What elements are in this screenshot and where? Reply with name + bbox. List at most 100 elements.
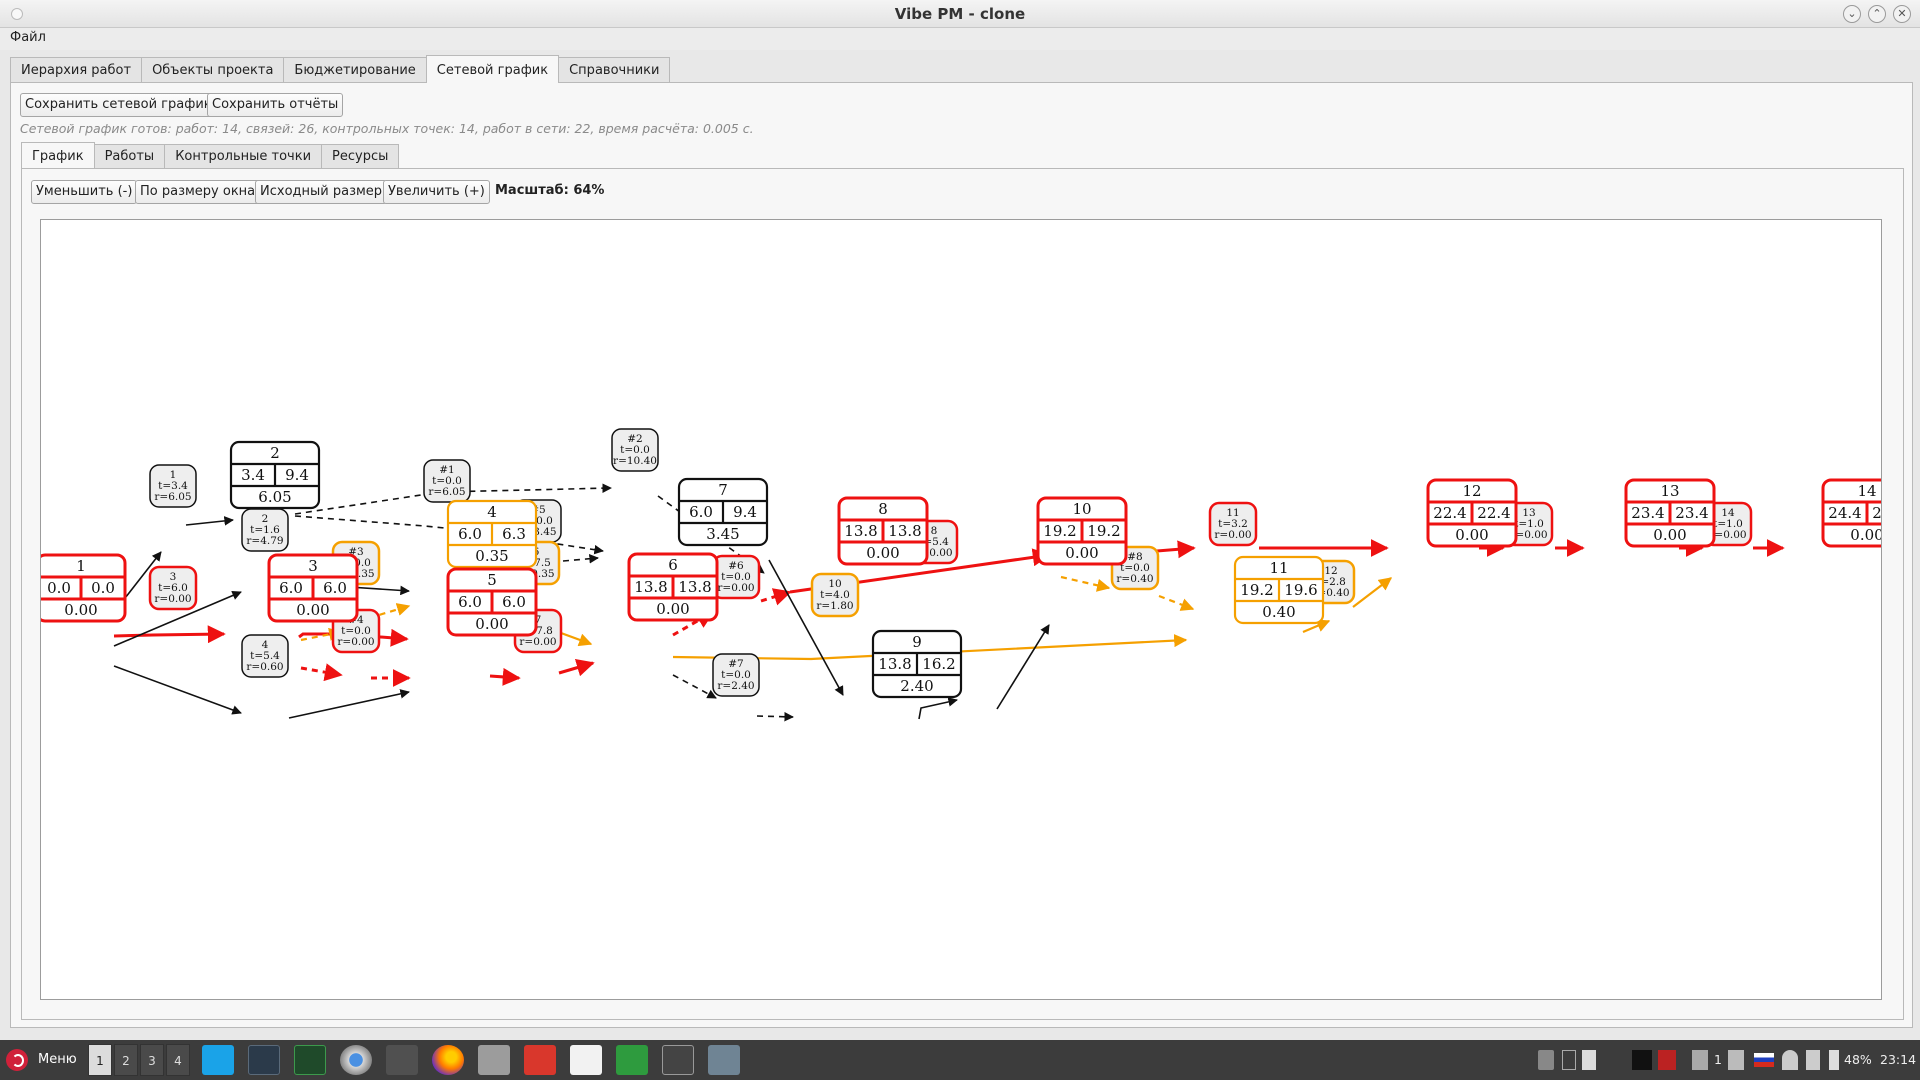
activity-label[interactable]: #7t=0.0r=2.40: [712, 653, 760, 697]
save-reports-button[interactable]: Сохранить отчёты: [207, 93, 344, 117]
graph-edge: [918, 697, 958, 720]
volume-icon[interactable]: [1806, 1050, 1820, 1070]
original-size-button[interactable]: Исходный размер: [255, 180, 388, 204]
event-node[interactable]: 613.8 13.8 0.00: [627, 552, 719, 622]
notifications-count: 1: [1714, 1052, 1722, 1067]
event-node-text: 13.8: [634, 578, 667, 596]
event-node-text: 2.40: [900, 677, 933, 695]
activity-label[interactable]: 10t=4.0r=1.80: [810, 572, 860, 618]
event-node[interactable]: 7 6.0 9.4 3.45: [677, 477, 769, 547]
network-app-icon[interactable]: [662, 1045, 694, 1075]
terminal-icon[interactable]: [248, 1045, 280, 1075]
tab-works[interactable]: Работы: [93, 144, 166, 168]
event-node-text: 3.45: [706, 525, 739, 543]
event-node-text: 5: [487, 571, 497, 589]
display-icon[interactable]: [1538, 1050, 1554, 1070]
activity-label[interactable]: 2t=1.6r=4.79: [241, 508, 289, 552]
tab-references[interactable]: Справочники: [558, 57, 671, 83]
activity-label[interactable]: #6t=0.0r=0.00: [711, 554, 761, 600]
event-node-text: 2: [270, 444, 280, 462]
event-node[interactable]: 11 19.2 19.6 0.40: [1233, 555, 1325, 625]
workspace-2[interactable]: 2: [114, 1044, 138, 1076]
event-node[interactable]: 2 3.4 9.4 6.05: [229, 440, 321, 510]
event-node[interactable]: 10 19.2 19.2 0.00: [1036, 496, 1128, 566]
minimize-icon[interactable]: ⌄: [1843, 5, 1861, 23]
activity-label[interactable]: 1t=3.4r=6.05: [149, 464, 197, 508]
folder-icon[interactable]: [478, 1045, 510, 1075]
close-icon[interactable]: ✕: [1893, 5, 1911, 23]
activity-label-text: r=2.40: [717, 680, 754, 692]
activity-label[interactable]: #1t=0.0r=6.05: [423, 459, 471, 503]
graph-edge: [672, 674, 717, 699]
event-node[interactable]: 813.8 13.8 0.00: [837, 496, 929, 566]
browser-icon[interactable]: [340, 1045, 372, 1075]
event-node-text: 9.4: [285, 466, 309, 484]
event-node[interactable]: 13 23.4 23.4 0.00: [1624, 478, 1716, 548]
wifi-icon[interactable]: [1782, 1050, 1798, 1070]
event-node-text: 22.4: [1477, 504, 1510, 522]
printer-icon[interactable]: [1728, 1050, 1744, 1070]
settings-gear-icon[interactable]: [708, 1045, 740, 1075]
graph-edge: [1352, 577, 1393, 608]
zoom-out-button[interactable]: Уменьшить (-): [31, 180, 138, 204]
event-node-text: 13.8: [878, 655, 911, 673]
event-node[interactable]: 5 6.0 6.0 0.00: [446, 567, 538, 637]
event-node-text: 0.0: [91, 579, 115, 597]
graph-edge: [1060, 575, 1111, 592]
calculator-icon[interactable]: [386, 1045, 418, 1075]
event-node[interactable]: 1 0.0 0.0 0.00: [41, 553, 127, 623]
red-app-icon[interactable]: [1658, 1050, 1676, 1070]
event-node-text: 6.0: [458, 525, 482, 543]
network-graph-canvas[interactable]: 1 t=3.4 r=6.05 2 t=1.6 r=4.79 3 t=6.0 r=0.00 4 t=5…: [40, 219, 1882, 1000]
event-node[interactable]: 913.8 16.2 2.40: [871, 629, 963, 699]
clipboard-icon[interactable]: [1582, 1050, 1596, 1070]
event-node-text: 0.35: [475, 547, 508, 565]
tab-checkpoints[interactable]: Контрольные точки: [164, 144, 323, 168]
system-monitor-icon[interactable]: [294, 1045, 326, 1075]
tab-work-hierarchy[interactable]: Иерархия работ: [10, 57, 143, 83]
document-viewer-icon[interactable]: [570, 1045, 602, 1075]
tab-project-objects[interactable]: Объекты проекта: [141, 57, 285, 83]
maximize-icon[interactable]: ⌃: [1868, 5, 1886, 23]
event-node-text: 0.00: [1850, 526, 1882, 544]
x-app-icon[interactable]: [1632, 1050, 1652, 1070]
event-node-text: 22.4: [1433, 504, 1466, 522]
notifications-icon[interactable]: [1692, 1050, 1708, 1070]
tab-network-graph[interactable]: Сетевой график: [425, 55, 560, 83]
event-node-text: 1: [76, 557, 86, 575]
workspace-3[interactable]: 3: [140, 1044, 164, 1076]
tab-budgeting[interactable]: Бюджетирование: [283, 57, 427, 83]
event-node-text: 3: [308, 557, 318, 575]
event-node[interactable]: 14 24.4 24.4 0.00: [1821, 478, 1882, 548]
language-flag-icon[interactable]: [1754, 1053, 1774, 1067]
event-node[interactable]: 4 6.0 6.3 0.35: [446, 499, 538, 569]
event-node-text: 0.00: [1455, 526, 1488, 544]
spreadsheet-icon[interactable]: [616, 1045, 648, 1075]
firefox-icon[interactable]: [432, 1045, 464, 1075]
activity-label-text: r=0.00: [519, 636, 556, 648]
keyboard-layout-icon[interactable]: [1562, 1050, 1576, 1070]
event-node[interactable]: 3 6.0 6.0 0.00: [267, 553, 359, 623]
file-manager-icon[interactable]: [202, 1045, 234, 1075]
activity-label[interactable]: 11t=3.2r=0.00: [1208, 501, 1258, 547]
event-node-text: 8: [878, 500, 888, 518]
save-graph-button[interactable]: Сохранить сетевой график: [20, 93, 217, 117]
tab-chart[interactable]: График: [21, 142, 95, 168]
tab-resources[interactable]: Ресурсы: [321, 144, 400, 168]
zoom-in-button[interactable]: Увеличить (+): [383, 180, 490, 204]
event-node-text: 19.2: [1043, 522, 1076, 540]
menu-file[interactable]: Файл: [10, 30, 46, 45]
event-node-text: 13.8: [678, 578, 711, 596]
fit-window-button[interactable]: По размеру окна: [135, 180, 261, 204]
git-icon[interactable]: [524, 1045, 556, 1075]
graph-edge: [489, 667, 521, 686]
event-node[interactable]: 12 22.4 22.4 0.00: [1426, 478, 1518, 548]
activity-label[interactable]: 3t=6.0r=0.00: [148, 565, 198, 611]
activity-label[interactable]: #2t=0.0r=10.40: [611, 428, 659, 472]
activity-label-text: r=6.05: [428, 486, 465, 498]
sub-tabs: График Работы Контрольные точки Ресурсы: [21, 142, 400, 168]
activity-label[interactable]: 4t=5.4r=0.60: [241, 634, 289, 678]
event-node-text: 13.8: [888, 522, 921, 540]
workspace-1[interactable]: 1: [88, 1044, 112, 1076]
workspace-4[interactable]: 4: [166, 1044, 190, 1076]
